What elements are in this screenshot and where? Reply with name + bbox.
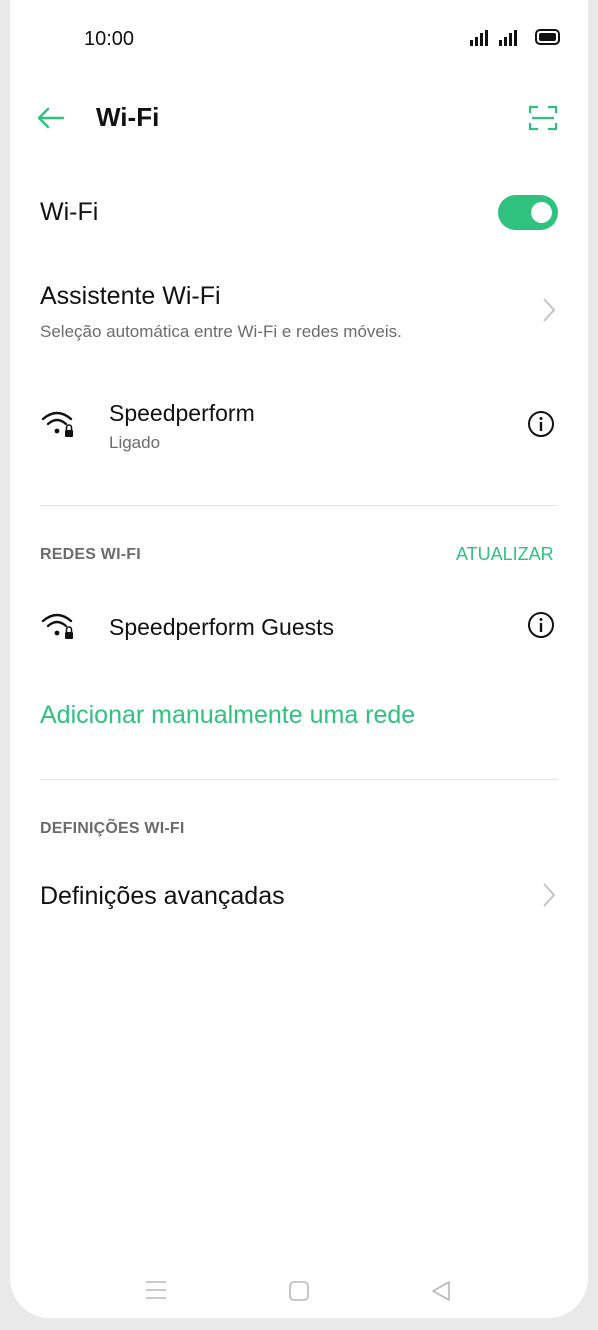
wifi-toggle-label: Wi-Fi: [40, 198, 99, 226]
back-triangle-icon[interactable]: [430, 1280, 452, 1302]
settings-section-title: DEFINIÇÕES WI-FI: [40, 820, 185, 837]
battery-icon: [535, 29, 560, 45]
info-icon[interactable]: [527, 611, 555, 639]
page-title: Wi-Fi: [96, 102, 160, 132]
qr-scan-icon[interactable]: [528, 104, 558, 132]
advanced-settings-row[interactable]: Definições avançadas: [10, 864, 588, 928]
refresh-button[interactable]: ATUALIZAR: [456, 544, 554, 565]
network-name: Speedperform Guests: [109, 614, 335, 640]
wifi-lock-icon: [41, 411, 73, 437]
assistant-row[interactable]: Assistente Wi-Fi Seleção automática entr…: [10, 270, 588, 360]
wifi-lock-icon: [41, 613, 73, 639]
info-icon[interactable]: [527, 410, 555, 438]
networks-section-title: REDES WI-FI: [40, 546, 141, 563]
advanced-settings-label: Definições avançadas: [40, 882, 285, 910]
status-time: 10:00: [84, 28, 135, 50]
wifi-toggle-switch[interactable]: [498, 195, 558, 230]
connected-network-status: Ligado: [109, 433, 161, 452]
toggle-knob: [531, 202, 552, 223]
connected-network-row[interactable]: Speedperform Ligado: [10, 390, 588, 470]
signal-icon: [499, 30, 517, 46]
assistant-title: Assistente Wi-Fi: [40, 282, 221, 310]
divider: [40, 779, 558, 780]
divider: [40, 505, 558, 506]
add-network-button[interactable]: Adicionar manualmente uma rede: [40, 701, 415, 730]
menu-icon[interactable]: [145, 1280, 167, 1300]
back-arrow-icon[interactable]: [36, 104, 66, 132]
signal-icon: [470, 30, 488, 46]
chevron-right-icon: [543, 298, 556, 322]
assistant-subtitle: Seleção automática entre Wi-Fi e redes m…: [40, 322, 402, 341]
home-icon[interactable]: [288, 1280, 310, 1302]
chevron-right-icon: [543, 883, 556, 907]
connected-network-name: Speedperform: [109, 400, 255, 426]
network-list-item[interactable]: Speedperform Guests: [10, 596, 588, 656]
phone-screen: 10:00 Wi-Fi Wi-Fi Assistente Wi-Fi Seleç…: [10, 0, 588, 1318]
